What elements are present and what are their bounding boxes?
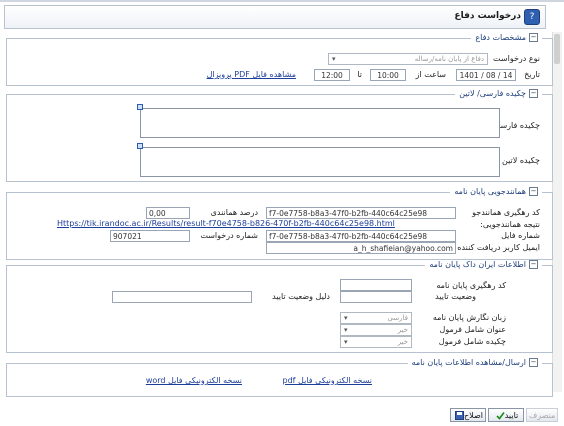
file-number-field[interactable]: f7-0e7758-b8a3-47f0-b2fb-440c64c25e98 bbox=[266, 230, 456, 242]
similarity-result-link[interactable]: Https://tik.irandoc.ac.ir/Results/result… bbox=[57, 219, 395, 228]
similarity-percent-field[interactable]: 0,00 bbox=[146, 207, 190, 219]
confirm-reason-field[interactable] bbox=[112, 291, 252, 303]
thesis-tracking-label: کد رهگیری پایان نامه bbox=[436, 281, 506, 290]
resize-handle-icon[interactable] bbox=[137, 104, 143, 110]
defense-section-label: مشخصات دفاع bbox=[475, 33, 526, 42]
similarity-section-label: همانندجویی پایان نامه bbox=[454, 187, 526, 196]
resize-handle-icon[interactable] bbox=[137, 143, 143, 149]
exit-button[interactable]: منصرف bbox=[526, 408, 558, 422]
request-type-value: دفاع از پایان نامه/رساله bbox=[414, 55, 484, 63]
chevron-down-icon: ▾ bbox=[344, 338, 348, 346]
abstract-formula-value: خیر bbox=[397, 338, 408, 346]
request-number-label: شماره درخواست bbox=[200, 231, 258, 240]
vertical-scrollbar[interactable] bbox=[552, 32, 562, 392]
scrollbar-thumb[interactable] bbox=[554, 34, 560, 64]
save-icon bbox=[455, 411, 465, 420]
request-number-field[interactable]: 907021 bbox=[110, 230, 190, 242]
collapse-icon[interactable]: − bbox=[529, 358, 538, 367]
collapse-icon[interactable]: − bbox=[529, 187, 538, 196]
defense-section-title: −مشخصات دفاع bbox=[471, 33, 542, 42]
save-button[interactable]: اصلاح bbox=[450, 408, 486, 422]
similarity-section-title: −همانندجویی پایان نامه bbox=[450, 187, 542, 196]
time-from-field[interactable]: 10:00 bbox=[370, 69, 406, 81]
check-icon bbox=[496, 411, 505, 420]
abstract-formula-select[interactable]: خیر ▾ bbox=[340, 336, 412, 348]
date-label: تاریخ bbox=[524, 70, 540, 79]
similarity-result-label: نتیجه همانندجویی: bbox=[480, 220, 540, 229]
confirm-reason-label: دلیل وضعیت تایید bbox=[272, 292, 330, 301]
request-type-label: نوع درخواست bbox=[493, 54, 540, 63]
latin-abstract-label: چکیده لاتین bbox=[501, 156, 540, 165]
defense-section: −مشخصات دفاع نوع درخواست دفاع از پایان ن… bbox=[6, 33, 553, 86]
date-field[interactable]: 1401 / 08 / 14 bbox=[456, 69, 516, 81]
title-formula-select[interactable]: خیر ▾ bbox=[340, 324, 412, 336]
collapse-icon[interactable]: − bbox=[529, 33, 538, 42]
send-section-label: ارسال/مشاهده اطلاعات پایان نامه bbox=[411, 358, 526, 367]
pdf-file-link[interactable]: نسخه الکترونیکی فایل pdf bbox=[283, 376, 372, 385]
save-button-label: اصلاح bbox=[464, 411, 483, 420]
chevron-down-icon: ▾ bbox=[344, 314, 348, 322]
abstract-section: −چکیده فارسی/ لاتین چکیده فارسی چکیده لا… bbox=[6, 89, 553, 182]
confirm-button-label: تایید bbox=[504, 411, 519, 420]
chevron-down-icon: ▾ bbox=[332, 55, 336, 63]
similarity-tracking-field[interactable]: f7-0e7758-b8a3-47f0-b2fb-440c64c25e98 bbox=[266, 207, 456, 219]
latin-abstract-textarea[interactable] bbox=[140, 147, 500, 177]
time-to-field[interactable]: 12:00 bbox=[314, 69, 350, 81]
confirm-status-label: وضعیت تایید bbox=[435, 292, 476, 301]
similarity-percent-label: درصد همانندی bbox=[210, 208, 258, 217]
abstract-formula-label: چکیده شامل فرمول bbox=[438, 337, 506, 346]
confirm-button[interactable]: تایید bbox=[488, 408, 524, 422]
collapse-icon[interactable]: − bbox=[529, 89, 538, 98]
window: درخواست دفاع ? −مشخصات دفاع نوع درخواست … bbox=[0, 0, 564, 426]
abstract-section-title: −چکیده فارسی/ لاتین bbox=[455, 89, 542, 98]
request-type-select[interactable]: دفاع از پایان نامه/رساله ▾ bbox=[328, 53, 488, 65]
title-formula-label: عنوان شامل فرمول bbox=[439, 325, 506, 334]
similarity-result-url[interactable]: Https://tik.irandoc.ac.ir/Results/result… bbox=[57, 219, 395, 228]
page-title: درخواست دفاع bbox=[454, 11, 521, 21]
help-icon[interactable]: ? bbox=[524, 9, 540, 25]
similarity-tracking-label: کد رهگیری همانندجو bbox=[472, 208, 540, 217]
send-section: −ارسال/مشاهده اطلاعات پایان نامه نسخه ال… bbox=[6, 358, 553, 397]
chevron-down-icon: ▾ bbox=[344, 326, 348, 334]
thesis-language-value: فارسی bbox=[387, 314, 408, 322]
collapse-icon[interactable]: − bbox=[529, 260, 538, 269]
word-file-link[interactable]: نسخه الکترونیکی فایل word bbox=[146, 376, 242, 385]
receiver-email-field[interactable]: a_h_shafieian@yahoo.com bbox=[266, 242, 456, 254]
form-header: درخواست دفاع ? bbox=[4, 5, 546, 29]
thesis-language-select[interactable]: فارسی ▾ bbox=[340, 312, 412, 324]
receiver-email-label: ایمیل کاربر دریافت کننده bbox=[457, 243, 540, 252]
proposal-pdf-link[interactable]: مشاهده فایل PDF پروپزال bbox=[207, 70, 296, 79]
send-section-title: −ارسال/مشاهده اطلاعات پایان نامه bbox=[407, 358, 542, 367]
exit-button-label: منصرف bbox=[529, 411, 556, 420]
time-from-label: ساعت از bbox=[415, 70, 446, 79]
thesis-tracking-field[interactable] bbox=[340, 279, 412, 291]
abstract-section-label: چکیده فارسی/ لاتین bbox=[459, 89, 526, 98]
confirm-status-field[interactable] bbox=[340, 291, 412, 303]
title-formula-value: خیر bbox=[397, 326, 408, 334]
similarity-section: −همانندجویی پایان نامه کد رهگیری همانندج… bbox=[6, 187, 553, 260]
top-border bbox=[0, 0, 564, 2]
persian-abstract-label: چکیده فارسی bbox=[493, 121, 540, 130]
irandoc-section-title: −اطلاعات ایران داک پایان نامه bbox=[425, 260, 542, 269]
persian-abstract-textarea[interactable] bbox=[140, 108, 500, 138]
irandoc-section: −اطلاعات ایران داک پایان نامه کد رهگیری … bbox=[6, 260, 553, 353]
irandoc-section-label: اطلاعات ایران داک پایان نامه bbox=[429, 260, 526, 269]
time-to-label: تا bbox=[357, 70, 362, 79]
file-number-label: شماره فایل bbox=[501, 231, 540, 240]
thesis-language-label: زبان نگارش پایان نامه bbox=[432, 313, 506, 322]
